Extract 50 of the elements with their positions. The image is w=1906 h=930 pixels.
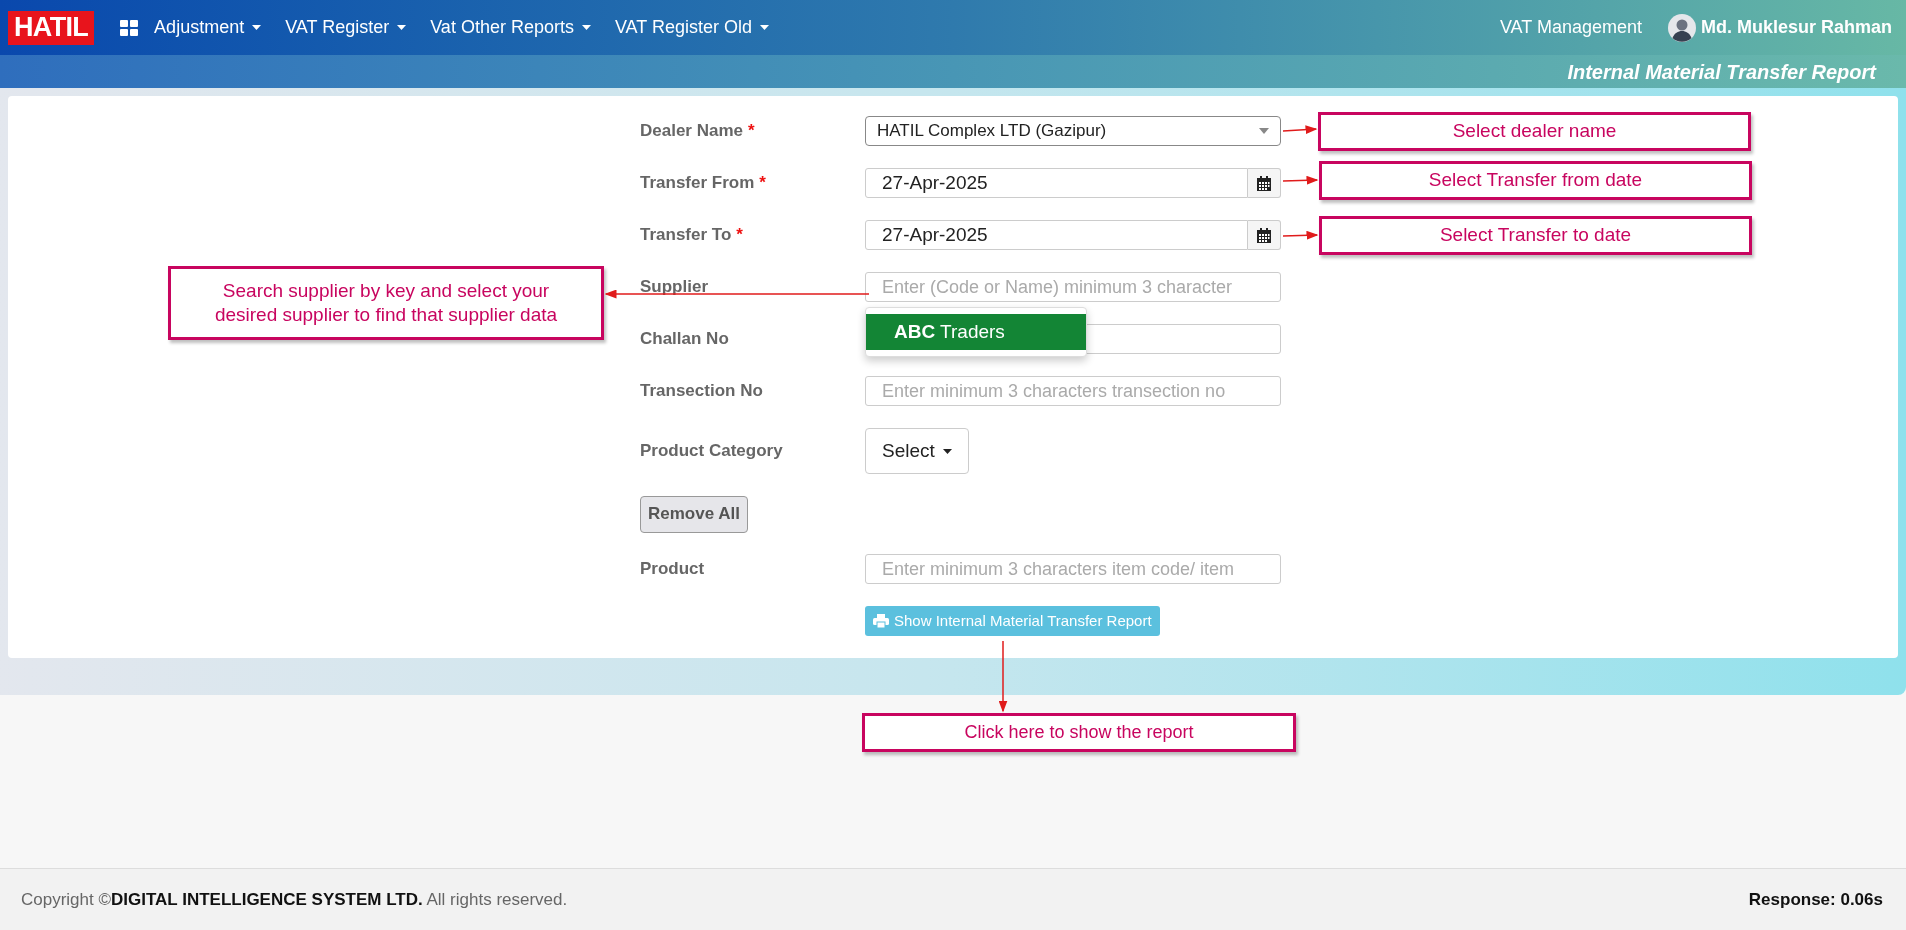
dealer-select[interactable]: HATIL Complex LTD (Gazipur) bbox=[865, 116, 1281, 146]
apps-grid-icon[interactable] bbox=[120, 19, 139, 36]
annotation-callout: Select dealer name bbox=[1318, 112, 1751, 151]
required-mark: * bbox=[759, 172, 766, 195]
field-label: Supplier bbox=[640, 276, 708, 299]
date-field[interactable]: 27-Apr-2025 bbox=[865, 168, 1248, 198]
nav-menu[interactable]: Adjustment bbox=[154, 14, 262, 41]
field-label: Dealer Name bbox=[640, 120, 743, 143]
response-time: Response: 0.06s bbox=[1748, 888, 1883, 911]
printer-icon bbox=[873, 614, 889, 628]
page-title: Internal Material Transfer Report bbox=[1567, 59, 1876, 85]
annotation-callout: Select Transfer to date bbox=[1319, 216, 1752, 255]
calendar-button[interactable] bbox=[1248, 168, 1281, 198]
category-dropdown[interactable]: Select bbox=[865, 428, 969, 474]
required-mark: * bbox=[736, 224, 743, 247]
copyright-text: Copyright ©DIGITAL INTELLIGENCE SYSTEM LTD. All rights reserved. bbox=[21, 888, 569, 911]
arrow bbox=[1282, 175, 1319, 185]
calendar-icon bbox=[1257, 175, 1271, 191]
field-label: Transfer From bbox=[640, 172, 755, 195]
remove-all-button[interactable]: Remove All bbox=[640, 495, 748, 533]
dropdown-arrow-icon bbox=[1259, 128, 1269, 134]
caret-icon bbox=[581, 25, 591, 30]
caret-icon bbox=[760, 25, 769, 30]
caret-icon bbox=[252, 25, 262, 30]
caret-icon bbox=[397, 25, 407, 30]
date-field[interactable]: 27-Apr-2025 bbox=[865, 220, 1248, 250]
caret-icon bbox=[942, 448, 952, 454]
arrow bbox=[1282, 125, 1318, 135]
nav-menu[interactable]: VAT Register bbox=[285, 14, 407, 41]
input-field[interactable]: Enter minimum 3 characters item code/ item bbox=[865, 554, 1281, 584]
arrow bbox=[1282, 230, 1319, 240]
annotation-callout: Click here to show the report bbox=[862, 713, 1296, 752]
field-label: Product bbox=[640, 558, 705, 581]
field-label: Product Category bbox=[640, 440, 783, 463]
required-mark: * bbox=[748, 120, 755, 143]
input-field[interactable]: Enter minimum 3 characters transection no bbox=[865, 376, 1281, 406]
input-field[interactable]: Enter (Code or Name) minimum 3 character bbox=[865, 272, 1281, 302]
annotation-callout: Search supplier by key and select your desired supplier to find that supplier data bbox=[168, 266, 604, 340]
nav-menu[interactable]: Vat Other Reports bbox=[430, 14, 591, 41]
calendar-icon bbox=[1257, 227, 1271, 243]
suggestion-item[interactable]: ABC Traders bbox=[866, 314, 1086, 350]
brand-logo[interactable]: HATIL bbox=[8, 10, 95, 45]
avatar-icon[interactable] bbox=[1667, 13, 1696, 42]
field-label: Transfer To bbox=[640, 224, 732, 247]
field-label: Challan No bbox=[640, 328, 729, 351]
calendar-button[interactable] bbox=[1248, 220, 1281, 250]
nav-menu[interactable]: VAT Register Old bbox=[614, 14, 769, 41]
module-name[interactable]: VAT Management bbox=[1499, 14, 1642, 41]
annotation-callout: Select Transfer from date bbox=[1319, 161, 1752, 200]
field-label: Transection No bbox=[640, 380, 763, 403]
